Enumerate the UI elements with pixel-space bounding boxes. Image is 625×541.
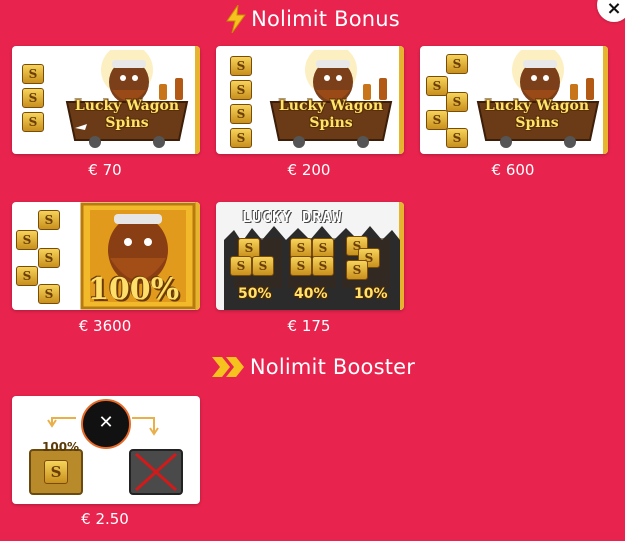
card-art-title: Lucky Wagon Spins [74,98,180,131]
bonus-card-lucky-wagon-spins-2[interactable]: S S S S Lucky Wagon Spins [216,46,404,154]
coin-icon: S [290,256,312,276]
coin-icon: S [38,248,60,268]
coin-icon: S [426,76,448,96]
card-art-title: Lucky Wagon Spins [278,98,384,131]
draw-percent-1: 50% [238,286,272,302]
double-chevron-icon [210,354,246,380]
coin-icon: S [230,104,252,124]
coin-icon: S [230,80,252,100]
coin-icon: S [230,256,252,276]
coin-icon: S [312,256,334,276]
section-title-booster: Nolimit Booster [0,354,625,380]
draw-percent-2: 40% [294,286,328,302]
coin-icon: S [446,92,468,112]
coin-icon: S [312,238,334,258]
coin-icon: S [238,238,260,258]
coin-icon: S [44,460,68,484]
coin-icon: S [16,230,38,250]
price-label: € 600 [491,161,535,179]
bonus-card-lucky-draw[interactable]: S S S S S S S S S S LUCKY DRAW 50% 40% 1… [216,202,404,310]
coin-icon: S [16,266,38,286]
coin-icon: S [22,64,44,84]
coin-icon: S [38,284,60,304]
card-art-title: Lucky Wagon Spins [484,98,590,131]
draw-percent-3: 10% [354,286,388,302]
coin-icon: S [230,128,252,148]
coin-icon: S [252,256,274,276]
price-label: € 200 [287,161,331,179]
price-label: € 2.50 [81,510,129,528]
booster-badge: 100% [42,440,80,454]
coin-icon: S [22,88,44,108]
booster-card[interactable]: ✕ S 100% [12,396,200,504]
coin-icon: S [230,56,252,76]
bonus-card-lucky-wagon-spins-3[interactable]: S S S S S Lucky Wagon Spins [420,46,608,154]
coin-icon: S [38,210,60,230]
bonus-card-100-percent[interactable]: S S S S S 100% [12,202,200,310]
card-art-title: 100% [88,272,180,307]
price-label: € 70 [88,161,122,179]
lucky-draw-title: LUCKY DRAW [242,208,343,226]
coin-icon: S [426,110,448,130]
x-badge-icon: ✕ [98,411,114,433]
bonus-card-lucky-wagon-spins-1[interactable]: S S S Lucky Wagon Spins [12,46,200,154]
coin-icon: S [446,128,468,148]
coin-icon: S [446,54,468,74]
price-label: € 175 [287,317,331,335]
coin-icon: S [290,238,312,258]
price-label: € 3600 [78,317,132,335]
coin-icon: S [346,260,368,280]
coin-icon: S [22,112,44,132]
section-title-bonus: Nolimit Bonus [0,5,625,33]
lightning-icon [225,5,247,33]
